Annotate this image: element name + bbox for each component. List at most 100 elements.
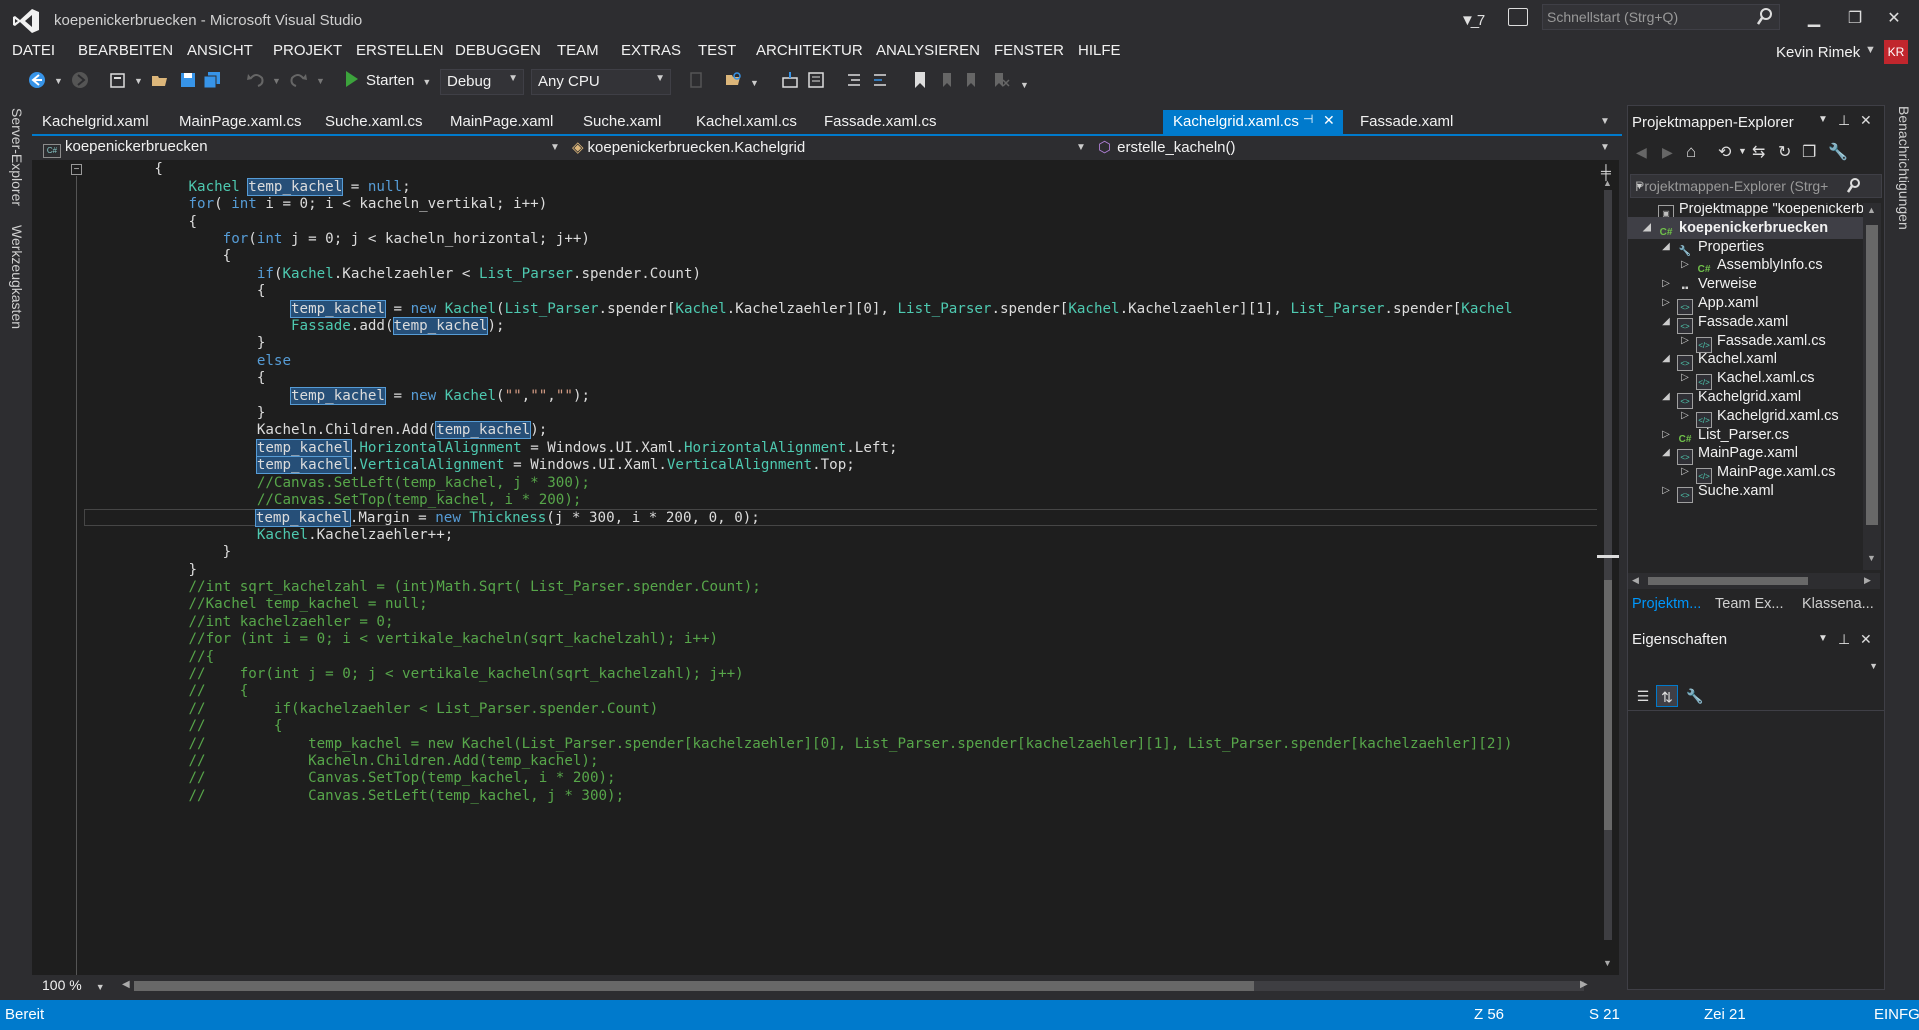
scroll-right-icon[interactable]: ▶ — [1864, 575, 1871, 586]
code-line[interactable]: // { — [86, 718, 1597, 735]
minimize-button[interactable]: ▁ — [1800, 6, 1828, 32]
comment-out-icon[interactable] — [844, 70, 864, 90]
scroll-up-icon[interactable]: ▲ — [1867, 205, 1876, 215]
chevron-down-icon[interactable]: ▼ — [134, 76, 143, 86]
code-line[interactable]: //int sqrt_kachelzahl = (int)Math.Sqrt( … — [86, 579, 1597, 596]
attach-icon[interactable] — [686, 70, 706, 90]
chevron-down-icon[interactable]: ▼ — [750, 78, 759, 88]
chevron-down-icon[interactable]: ▼ — [1738, 146, 1747, 156]
code-line[interactable]: // Canvas.SetTop(temp_kachel, i * 200); — [86, 770, 1597, 787]
feedback-icon[interactable] — [1508, 8, 1528, 26]
chevron-down-icon[interactable]: ▼ — [272, 76, 281, 86]
next-bookmark-icon[interactable] — [962, 70, 982, 90]
menu-architektur[interactable]: ARCHITEKTUR — [756, 42, 863, 59]
tab-kachelgrid-xaml[interactable]: Kachelgrid.xaml — [32, 110, 159, 134]
menu-extras[interactable]: EXTRAS — [621, 42, 681, 59]
code-line[interactable]: Kachel temp_kachel = null; — [86, 177, 1597, 196]
menu-debuggen[interactable]: DEBUGGEN — [455, 42, 541, 59]
open-folder-icon[interactable] — [150, 70, 170, 90]
close-icon[interactable]: ✕ — [1323, 112, 1335, 129]
refresh-icon[interactable]: ↻ — [1778, 142, 1791, 162]
code-line[interactable]: } — [86, 562, 1597, 579]
uncomment-icon[interactable] — [870, 70, 890, 90]
menu-team[interactable]: TEAM — [557, 42, 599, 59]
tab-overflow-icon[interactable]: ▼ — [1600, 116, 1610, 127]
chevron-down-icon[interactable]: ▼ — [1635, 181, 1877, 191]
undo-icon[interactable] — [246, 70, 266, 90]
property-pages-icon[interactable]: 🔧 — [1684, 685, 1706, 707]
avatar[interactable]: KR — [1884, 40, 1908, 64]
properties-icon[interactable]: 🔧 — [1828, 142, 1848, 162]
alphabetical-icon[interactable]: ⇅ — [1656, 685, 1678, 707]
scroll-up-icon[interactable]: ▲ — [1603, 178, 1612, 188]
code-area[interactable]: public void erstelle_kacheln() { Kachel … — [84, 160, 1597, 975]
bookmark-icon[interactable] — [910, 70, 930, 90]
chevron-down-icon[interactable]: ▼ — [1600, 142, 1610, 153]
chevron-down-icon[interactable]: ▼ — [316, 76, 325, 86]
tab-suche-xaml-cs[interactable]: Suche.xaml.cs — [315, 110, 433, 134]
code-line[interactable]: } — [86, 544, 1597, 561]
project-dropdown[interactable]: C# koepenickerbruecken — [43, 138, 563, 160]
tab-kachel-xaml-cs[interactable]: Kachel.xaml.cs — [686, 110, 807, 134]
forward-icon[interactable]: ▶ — [1662, 144, 1673, 161]
menu-datei[interactable]: DATEI — [12, 42, 55, 59]
properties-object-select[interactable]: ▼ — [1630, 655, 1882, 679]
tree-scroll-thumb[interactable] — [1866, 225, 1878, 525]
scroll-left-icon[interactable]: ◀ — [122, 979, 130, 990]
clear-bookmarks-icon[interactable] — [990, 70, 1010, 90]
tab-mainpage-xaml[interactable]: MainPage.xaml — [440, 110, 563, 134]
scroll-left-icon[interactable]: ◀ — [1632, 575, 1639, 586]
tree-horizontal-thumb[interactable] — [1648, 577, 1808, 585]
menu-projekt[interactable]: PROJEKT — [273, 42, 342, 59]
member-dropdown[interactable]: ⬡ erstelle_kacheln() — [1098, 138, 1598, 160]
categorized-icon[interactable]: ☰ — [1632, 685, 1654, 707]
close-window-button[interactable]: ✕ — [1880, 6, 1908, 32]
chevron-down-icon[interactable]: ▼ — [550, 142, 560, 153]
class-dropdown[interactable]: ◈ koepenickerbruecken.Kachelgrid — [572, 138, 1092, 160]
tree-item[interactable]: ▷ <> Suche.xaml — [1628, 480, 1863, 503]
code-line[interactable]: for( int i = 0; i < kacheln_vertikal; i+… — [86, 196, 1597, 213]
tab-team-explorer[interactable]: Team Ex... — [1715, 596, 1784, 612]
chevron-down-icon[interactable]: ▼ — [1076, 142, 1086, 153]
back-icon[interactable]: ◀ — [1636, 144, 1647, 161]
scroll-right-icon[interactable]: ▶ — [1580, 979, 1588, 990]
code-line[interactable]: { — [86, 214, 1597, 231]
pending-changes-icon[interactable]: ⇆ — [1752, 142, 1765, 162]
code-line[interactable]: temp_kachel.Margin = new Thickness(j * 3… — [84, 509, 1597, 528]
code-line[interactable]: //{ — [86, 649, 1597, 666]
notifications-button[interactable]: ▼̲ 7 — [1460, 6, 1485, 34]
pin-icon[interactable]: ⊥ — [1838, 631, 1850, 648]
server-explorer-tab[interactable]: Server-Explorer — [9, 108, 25, 206]
collapse-icon[interactable]: − — [71, 164, 82, 175]
panel-options-icon[interactable]: ▼ — [1818, 633, 1828, 644]
scroll-down-icon[interactable]: ▼ — [1603, 958, 1612, 968]
menu-analysieren[interactable]: ANALYSIEREN — [876, 42, 980, 59]
tab-fassade-xaml-cs[interactable]: Fassade.xaml.cs — [814, 110, 947, 134]
solution-platform-select[interactable]: Any CPU ▼ — [531, 69, 671, 95]
scroll-thumb[interactable] — [1604, 580, 1612, 830]
code-line[interactable]: { — [86, 248, 1597, 265]
code-line[interactable]: // { — [86, 683, 1597, 700]
panel-options-icon[interactable]: ▼ — [1818, 114, 1828, 125]
quick-launch-input[interactable]: Schnellstart (Strg+Q) — [1542, 4, 1780, 30]
code-line[interactable]: { — [86, 161, 1597, 178]
menu-erstellen[interactable]: ERSTELLEN — [356, 42, 444, 59]
sync-icon[interactable]: ⟲ — [1718, 142, 1731, 162]
menu-fenster[interactable]: FENSTER — [994, 42, 1064, 59]
tab-kachelgrid-xaml-cs[interactable]: Kachelgrid.xaml.cs ⊣ ✕ — [1163, 110, 1343, 134]
zoom-select[interactable]: 100 % ▼ — [42, 977, 105, 993]
code-line[interactable]: if(Kachel.Kachelzaehler < List_Parser.sp… — [86, 266, 1597, 283]
code-line[interactable]: temp_kachel.HorizontalAlignment = Window… — [86, 438, 1597, 457]
menu-hilfe[interactable]: HILFE — [1078, 42, 1121, 59]
notifications-tab[interactable]: Benachrichtigungen — [1896, 106, 1912, 230]
restore-button[interactable]: ❐ — [1841, 6, 1869, 32]
code-line[interactable]: { — [86, 370, 1597, 387]
code-line[interactable]: Fassade.add(temp_kachel); — [86, 317, 1597, 335]
tab-suche-xaml[interactable]: Suche.xaml — [573, 110, 671, 134]
tab-mainpage-xaml-cs[interactable]: MainPage.xaml.cs — [169, 110, 312, 134]
tab-solution-explorer[interactable]: Projektm... — [1632, 596, 1701, 612]
tab-class-view[interactable]: Klassena... — [1802, 596, 1874, 612]
pin-icon[interactable]: ⊣ — [1303, 112, 1313, 126]
code-line[interactable]: else — [86, 353, 1597, 370]
collapse-all-icon[interactable]: ❐ — [1802, 142, 1816, 162]
